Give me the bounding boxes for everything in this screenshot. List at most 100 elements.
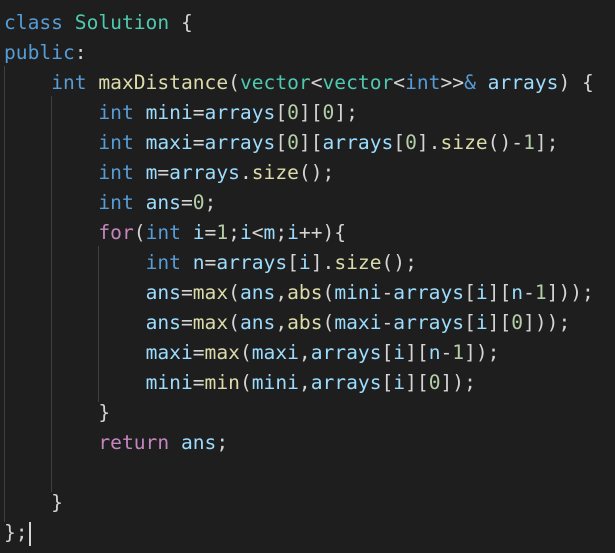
code-token: (); (298, 161, 335, 184)
code-token: & (464, 71, 476, 94)
code-token: { (169, 11, 193, 34)
code-token: 0 (428, 371, 441, 394)
code-token: ])); (523, 311, 571, 334)
code-token: 0 (287, 131, 299, 154)
code-token: int (51, 71, 87, 94)
code-line[interactable]: mini=min(mini,arrays[i][0]); (4, 368, 476, 398)
code-token: max (204, 341, 240, 364)
code-token: [ (381, 371, 394, 394)
code-token: = (192, 131, 205, 154)
code-line[interactable]: int maxi=arrays[0][arrays[0].size()-1]; (4, 128, 558, 158)
code-token: 1 (452, 341, 465, 364)
code-token: [ (393, 131, 406, 154)
code-token: 0 (192, 191, 205, 214)
code-token: ans (239, 281, 276, 304)
code-token: [ (464, 311, 476, 334)
code-line[interactable]: int mini=arrays[0][0]; (4, 98, 358, 128)
code-line[interactable]: int m=arrays.size(); (4, 158, 334, 188)
code-line[interactable]: return ans; (4, 428, 228, 458)
code-token: = (204, 251, 217, 274)
code-token: - (523, 281, 535, 304)
code-token: maxi (145, 341, 193, 364)
code-token: ; (275, 221, 288, 244)
code-token: : (74, 41, 87, 64)
code-line[interactable]: ans=max(ans,abs(maxi-arrays[i][0])); (4, 308, 571, 338)
code-line[interactable]: } (4, 398, 110, 428)
code-token: maxDistance (98, 71, 229, 94)
code-token: int (98, 101, 134, 124)
code-token: , (298, 341, 311, 364)
code-token: = (192, 101, 205, 124)
code-token: ans (239, 311, 276, 334)
code-token: , (275, 311, 288, 334)
code-token: 0 (511, 311, 524, 334)
code-token: ; (216, 431, 229, 454)
code-token: ans (180, 431, 217, 454)
code-token: int (98, 161, 134, 184)
code-token: arrays (204, 101, 276, 124)
code-token: ]. (310, 251, 335, 274)
code-token: abs (287, 281, 323, 304)
code-token: ()- (487, 131, 524, 154)
code-token: mini (251, 371, 299, 394)
code-token: n (192, 251, 205, 274)
code-token: ][ (298, 131, 323, 154)
code-token: maxi (145, 131, 193, 154)
code-line[interactable]: }; (4, 518, 28, 548)
code-token: ( (228, 71, 240, 94)
code-token: int (145, 221, 181, 244)
code-line[interactable]: } (4, 488, 63, 518)
code-token: return (98, 431, 170, 454)
code-token: vector (239, 71, 311, 94)
code-line[interactable]: class Solution { (4, 8, 193, 38)
code-token: [ (464, 281, 476, 304)
code-token: i (393, 341, 406, 364)
code-token: ][ (405, 371, 429, 394)
code-token: maxi (251, 341, 299, 364)
code-token: ( (228, 281, 240, 304)
code-token: ]); (440, 371, 476, 394)
code-token: arrays (393, 311, 465, 334)
code-token: } (4, 401, 111, 424)
code-token: - (381, 311, 394, 334)
code-token: < (251, 221, 264, 244)
code-line[interactable]: public: (4, 38, 87, 68)
code-line[interactable]: int ans=0; (4, 188, 216, 218)
code-line[interactable]: for(int i=1;i<m;i++){ (4, 218, 346, 248)
code-token: m (145, 161, 158, 184)
code-token: max (192, 281, 229, 304)
code-token: ans (145, 191, 181, 214)
code-line[interactable]: maxi=max(maxi,arrays[i][n-1]); (4, 338, 500, 368)
code-token: int (98, 131, 134, 154)
code-token: int (405, 71, 441, 94)
code-line[interactable]: int maxDistance(vector<vector<int>>& arr… (4, 68, 594, 98)
code-token: i (475, 311, 488, 334)
code-token: maxi (334, 311, 382, 334)
code-token: = (180, 191, 193, 214)
code-token: mini (145, 371, 193, 394)
code-line[interactable]: ans=max(ans,abs(mini-arrays[i][n-1])); (4, 278, 594, 308)
code-token: arrays (487, 71, 559, 94)
code-token: = (192, 341, 205, 364)
code-token: size (251, 161, 299, 184)
code-token: < (393, 71, 406, 94)
code-token: i (287, 221, 299, 244)
code-editor[interactable]: class Solution {public: int maxDistance(… (0, 0, 615, 553)
code-token: ans (145, 311, 181, 334)
code-token: ][ (405, 341, 429, 364)
code-token: } (4, 491, 63, 514)
code-line[interactable]: int n=arrays[i].size(); (4, 248, 417, 278)
code-token: ]; (334, 101, 358, 124)
code-token: - (381, 281, 394, 304)
code-token: ) { (558, 71, 594, 94)
code-token: 0 (322, 101, 335, 124)
